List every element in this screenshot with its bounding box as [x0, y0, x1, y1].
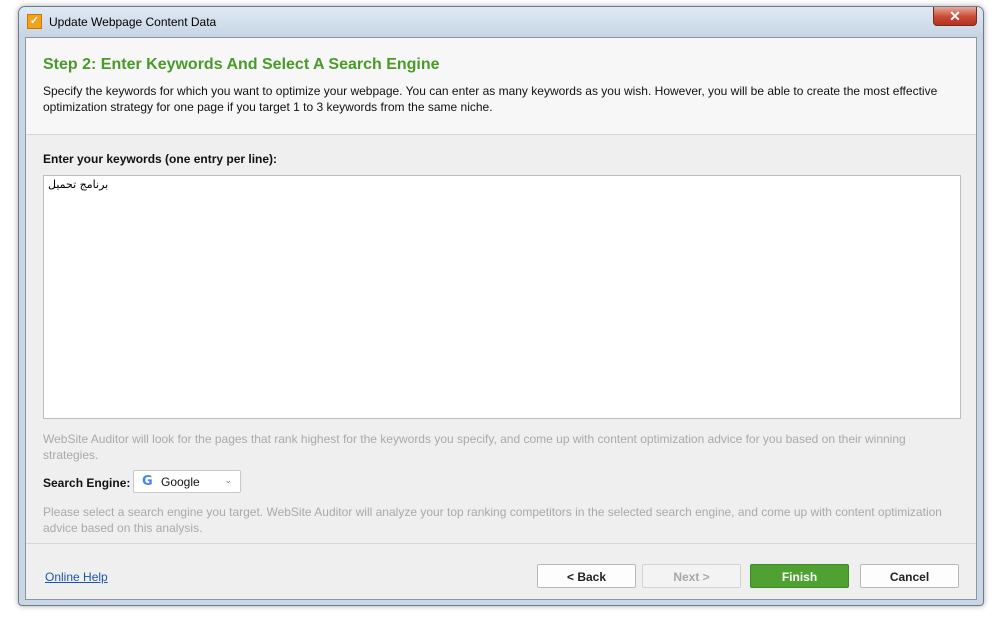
close-button[interactable]: ✕: [933, 7, 977, 26]
keywords-textarea[interactable]: برنامج تحميل: [43, 175, 961, 419]
cancel-button[interactable]: Cancel: [860, 564, 959, 588]
chevron-down-icon: ⌄: [224, 475, 232, 485]
keywords-hint: WebSite Auditor will look for the pages …: [43, 432, 906, 462]
title-bar[interactable]: ✓ Update Webpage Content Data ✕: [19, 7, 983, 37]
app-icon: ✓: [27, 14, 42, 29]
back-button[interactable]: < Back: [537, 564, 636, 588]
search-engine-hint: Please select a search engine you target…: [43, 505, 942, 535]
dialog-window: ✓ Update Webpage Content Data ✕ Step 2: …: [18, 6, 984, 606]
online-help-link[interactable]: Online Help: [45, 570, 108, 584]
google-icon: G: [142, 474, 153, 489]
finish-button[interactable]: Finish: [750, 564, 849, 588]
step-description: Specify the keywords for which you want …: [43, 84, 938, 114]
search-engine-label: Search Engine:: [43, 476, 131, 490]
search-engine-select[interactable]: G Google ⌄: [133, 470, 241, 493]
close-icon: ✕: [949, 8, 961, 24]
window-title: Update Webpage Content Data: [49, 15, 217, 29]
search-engine-value: Google: [161, 475, 200, 489]
footer-divider: [26, 543, 976, 544]
step-title: Step 2: Enter Keywords And Select A Sear…: [43, 56, 440, 73]
dialog-content: Step 2: Enter Keywords And Select A Sear…: [25, 37, 977, 600]
keywords-label: Enter your keywords (one entry per line)…: [43, 152, 278, 166]
step-header: Step 2: Enter Keywords And Select A Sear…: [26, 38, 976, 135]
next-button[interactable]: Next >: [642, 564, 741, 588]
